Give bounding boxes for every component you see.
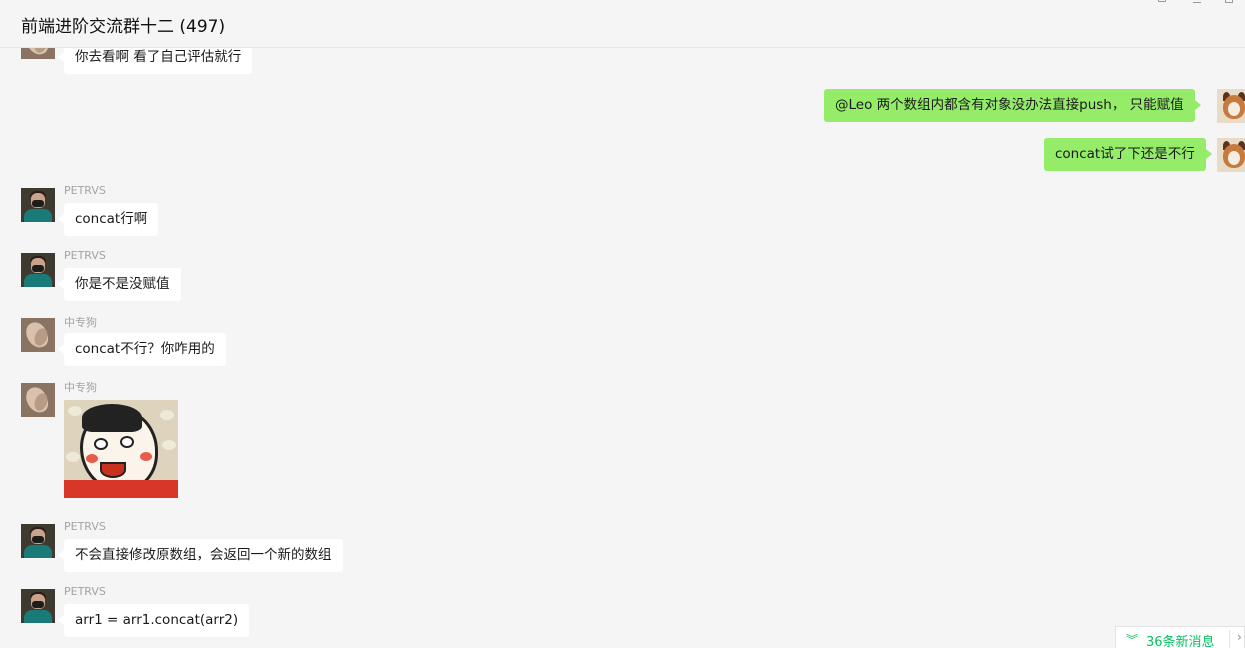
maximize-icon[interactable] bbox=[1223, 0, 1235, 6]
self-avatar[interactable] bbox=[1217, 89, 1245, 123]
chat-title: 前端进阶交流群十二 (497) bbox=[21, 17, 226, 37]
new-messages-label: 36条新消息 bbox=[1146, 635, 1215, 648]
sender-avatar[interactable] bbox=[21, 318, 55, 352]
new-messages-button[interactable]: ︾ 36条新消息 › bbox=[1115, 626, 1245, 648]
minimize-icon[interactable] bbox=[1191, 0, 1203, 6]
chevron-right-icon[interactable]: › bbox=[1237, 630, 1242, 644]
sender-name: PETRVS bbox=[64, 520, 106, 533]
message-list[interactable]: 你去看啊 看了自己评估就行 @Leo 两个数组内都含有对象没办法直接push， … bbox=[0, 25, 1245, 648]
sender-name: 中专狗 bbox=[64, 381, 97, 394]
sender-name: PETRVS bbox=[64, 249, 106, 262]
message-bubble[interactable]: concat行啊 bbox=[57, 203, 159, 236]
sender-avatar[interactable] bbox=[21, 188, 55, 222]
sender-name: PETRVS bbox=[64, 184, 106, 197]
sender-name: 中专狗 bbox=[64, 316, 97, 329]
message-bubble[interactable]: concat试了下还是不行 bbox=[1044, 138, 1212, 171]
message-bubble[interactable]: arr1 = arr1.concat(arr2) bbox=[57, 604, 250, 637]
cartoon-face-sticker[interactable] bbox=[64, 400, 178, 498]
message-bubble[interactable]: @Leo 两个数组内都含有对象没办法直接push， 只能赋值 bbox=[824, 89, 1201, 122]
divider bbox=[1229, 630, 1230, 648]
sender-avatar[interactable] bbox=[21, 589, 55, 623]
sender-name: PETRVS bbox=[64, 585, 106, 598]
sender-avatar[interactable] bbox=[21, 253, 55, 287]
double-chevron-down-icon: ︾ bbox=[1126, 633, 1139, 647]
self-avatar[interactable] bbox=[1217, 138, 1245, 172]
chat-header: 前端进阶交流群十二 (497) bbox=[0, 0, 1245, 48]
sender-avatar[interactable] bbox=[21, 524, 55, 558]
message-bubble[interactable]: 不会直接修改原数组，会返回一个新的数组 bbox=[58, 539, 343, 572]
sender-avatar[interactable] bbox=[21, 383, 55, 417]
message-bubble[interactable]: 你是不是没赋值 bbox=[58, 268, 181, 301]
pin-icon[interactable] bbox=[1156, 0, 1168, 6]
message-bubble[interactable]: concat不行？你咋用的 bbox=[58, 333, 226, 366]
